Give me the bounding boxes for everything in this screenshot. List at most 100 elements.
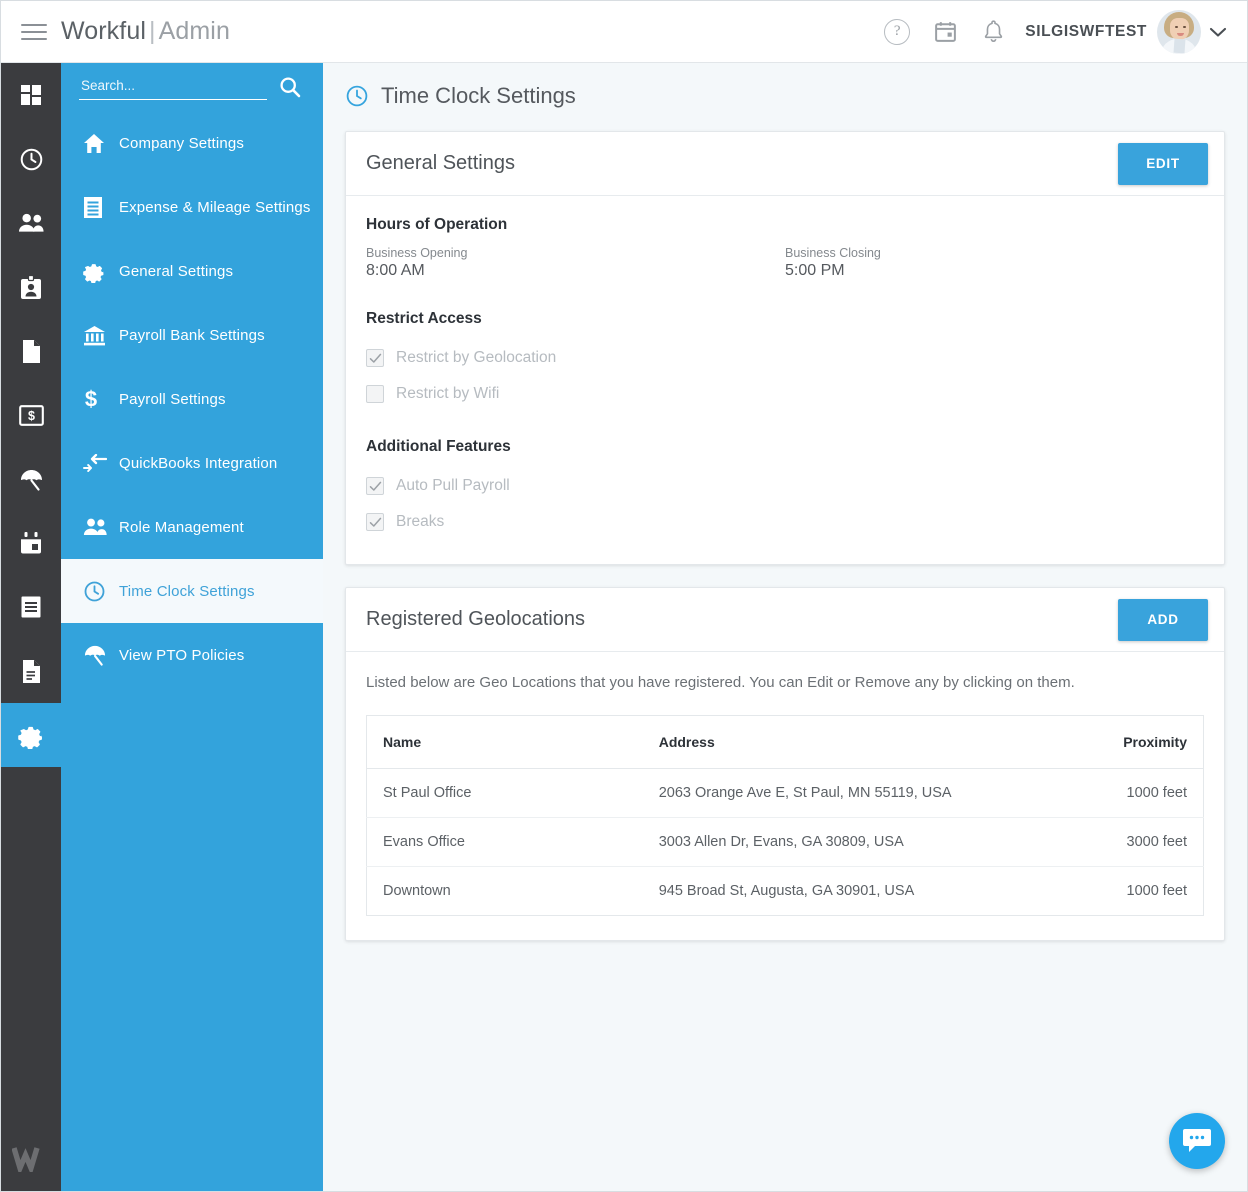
help-button[interactable]: ? [873,8,921,56]
brand-name: Workful [61,17,146,45]
rail-item-calendar[interactable] [1,511,61,575]
restrict-by-geolocation-label: Restrict by Geolocation [396,349,557,366]
rail-item-employees[interactable] [1,191,61,255]
general-settings-header: General Settings EDIT [346,132,1224,196]
registered-geolocations-card: Registered Geolocations ADD Listed below… [345,587,1225,941]
hours-of-operation-heading: Hours of Operation [366,216,508,233]
business-opening-group: Business Opening 8:00 AM [366,246,785,280]
rail-item-pto[interactable] [1,447,61,511]
search-input[interactable] [79,74,267,100]
sidebar-item-label: Payroll Bank Settings [119,326,265,344]
clock-icon [83,580,119,603]
cell-address: 3003 Allen Dr, Evans, GA 30809, USA [642,817,1037,867]
sidebar-item-view-pto-policies[interactable]: View PTO Policies [61,623,323,687]
check-icon [369,481,381,491]
check-icon [369,353,381,363]
cell-proximity: 1000 feet [1036,768,1204,818]
rail-item-payroll[interactable]: $ [1,383,61,447]
sidebar-item-label: Time Clock Settings [119,582,255,600]
workful-logo [1,1137,61,1181]
chat-bubble-icon [1183,1129,1211,1152]
calendar-icon [934,22,956,42]
sidebar-item-payroll-settings[interactable]: $ Payroll Settings [61,367,323,431]
main-content: Time Clock Settings General Settings EDI… [323,63,1247,1191]
breaks-row[interactable]: Breaks [366,504,1204,540]
notifications-button[interactable] [969,8,1017,56]
table-header-row: Name Address Proximity [366,715,1204,769]
geolocations-description: Listed below are Geo Locations that you … [366,674,1075,691]
dashboard-grid-icon [21,85,41,105]
auto-pull-payroll-checkbox[interactable] [366,477,384,495]
check-icon [369,517,381,527]
rail-item-reports[interactable] [1,639,61,703]
sidebar-item-label: Payroll Settings [119,390,226,408]
hamburger-menu-icon[interactable] [21,22,47,42]
list-icon [21,596,41,618]
cell-proximity: 1000 feet [1126,882,1187,899]
svg-text:$: $ [85,387,97,411]
registered-geolocations-body: Listed below are Geo Locations that you … [346,652,1224,940]
sidebar-item-role-management[interactable]: Role Management [61,495,323,559]
table-row[interactable]: St Paul Office 2063 Orange Ave E, St Pau… [366,768,1204,818]
brand-separator: | [148,17,156,45]
restrict-by-geolocation-row[interactable]: Restrict by Geolocation [366,340,1204,376]
restrict-by-wifi-label: Restrict by Wifi [396,385,500,402]
chat-button[interactable] [1169,1113,1225,1169]
sidebar-item-expense-mileage-settings[interactable]: Expense & Mileage Settings [61,175,323,239]
restrict-by-wifi-row[interactable]: Restrict by Wifi [366,376,1204,412]
rail-item-time-clock[interactable] [1,127,61,191]
sidebar-item-time-clock-settings[interactable]: Time Clock Settings [61,559,323,623]
registered-geolocations-title: Registered Geolocations [366,608,586,630]
sidebar-item-payroll-bank-settings[interactable]: Payroll Bank Settings [61,303,323,367]
gear-icon [17,726,42,749]
edit-button[interactable]: EDIT [1118,142,1208,185]
rail-item-id-badge[interactable] [1,255,61,319]
cell-proximity: 3000 feet [1036,817,1204,867]
sidebar-search-row [61,63,323,111]
help-icon: ? [884,18,911,45]
clock-icon [346,85,368,107]
settings-sidebar: Company Settings Expense & Mileage Setti… [61,63,323,1191]
sidebar-item-company-settings[interactable]: Company Settings [61,111,323,175]
rail-item-documents[interactable] [1,319,61,383]
table-row[interactable]: Evans Office 3003 Allen Dr, Evans, GA 30… [366,817,1204,867]
dollar-icon: $ [83,387,119,411]
calendar-button[interactable] [921,8,969,56]
rail-item-settings[interactable] [1,703,61,767]
hours-of-operation-group: Business Opening 8:00 AM Business Closin… [366,246,1204,280]
rail-item-dashboard[interactable] [1,63,61,127]
cell-name: St Paul Office [366,768,643,818]
people-icon [83,517,119,537]
additional-features-heading: Additional Features [366,438,511,455]
auto-pull-payroll-label: Auto Pull Payroll [396,477,510,494]
column-header-name: Name [366,715,643,769]
cell-name: Downtown [383,882,451,899]
sidebar-item-quickbooks-integration[interactable]: QuickBooks Integration [61,431,323,495]
account-menu-button[interactable] [1201,8,1235,56]
calendar-icon [21,532,41,554]
home-icon [83,133,119,154]
avatar[interactable] [1157,9,1201,54]
breaks-checkbox[interactable] [366,513,384,531]
document-icon [22,339,40,363]
add-button[interactable]: ADD [1118,598,1208,641]
sidebar-item-label: QuickBooks Integration [119,454,278,472]
restrict-by-geolocation-checkbox[interactable] [366,349,384,367]
search-field-wrapper [79,74,267,100]
sidebar-item-general-settings[interactable]: General Settings [61,239,323,303]
search-button[interactable] [273,70,307,104]
umbrella-icon [20,469,42,491]
import-arrow-icon [83,454,119,472]
sidebar-item-label: Role Management [119,518,244,536]
workful-logo-icon [12,1147,40,1172]
sidebar-item-label: View PTO Policies [119,646,245,664]
table-row[interactable]: Downtown 945 Broad St, Augusta, GA 30901… [367,866,1204,915]
id-badge-icon [21,274,41,299]
clock-icon [20,148,42,170]
restrict-by-wifi-checkbox[interactable] [366,385,384,403]
money-icon: $ [18,404,44,426]
general-settings-body: Hours of Operation Business Opening 8:00… [346,196,1224,564]
restrict-access-heading: Restrict Access [366,310,482,327]
auto-pull-payroll-row[interactable]: Auto Pull Payroll [366,468,1204,504]
rail-item-timesheets[interactable] [1,575,61,639]
